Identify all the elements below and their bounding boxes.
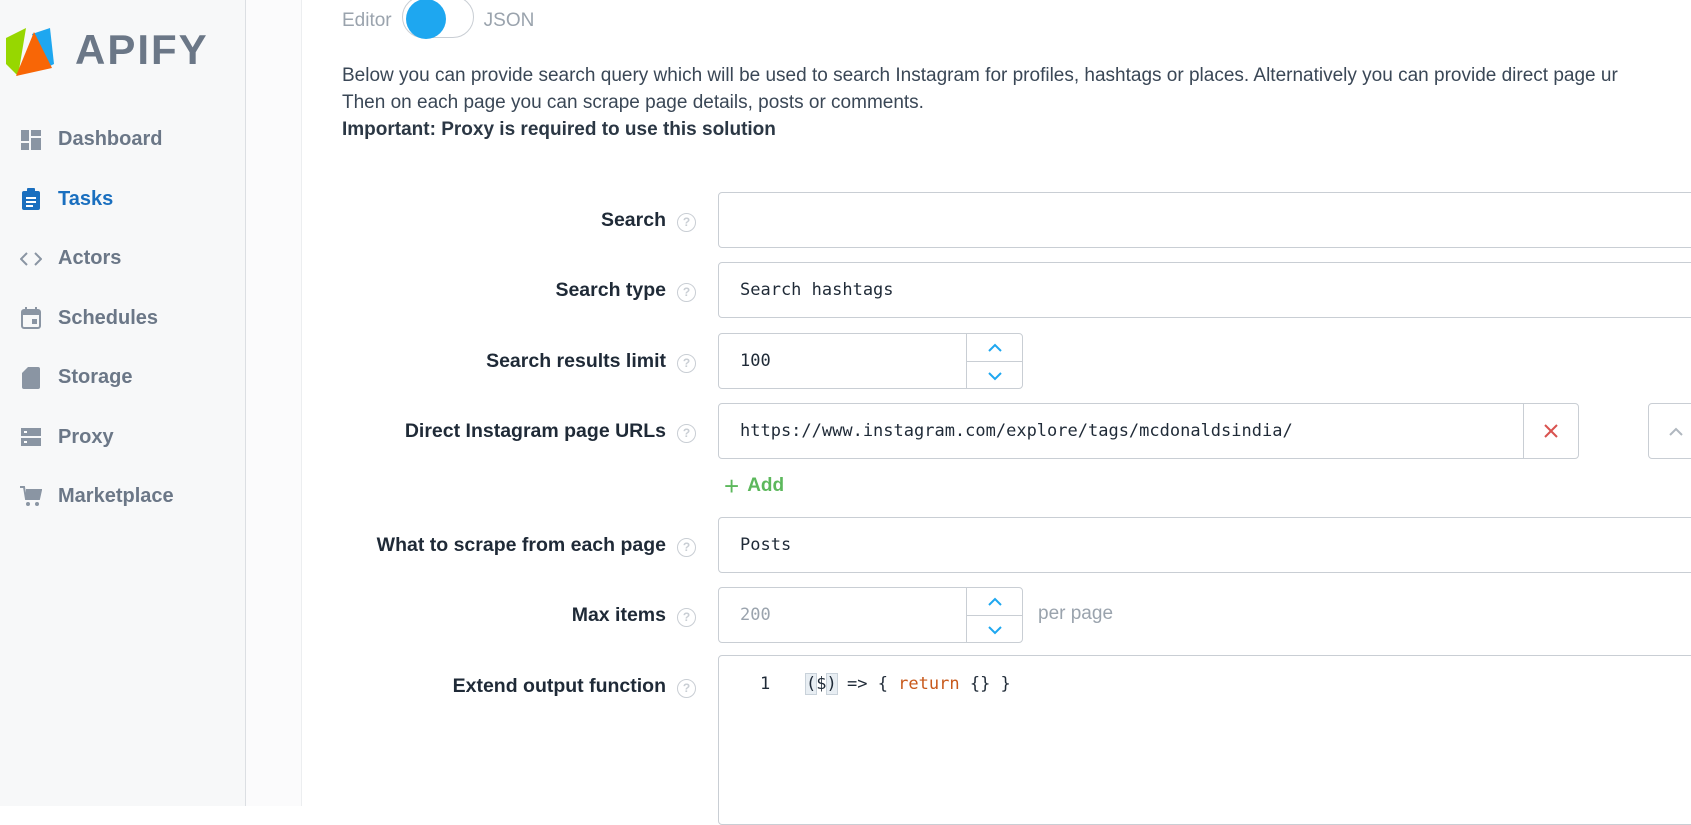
extend-output-label-text: Extend output function: [452, 675, 666, 697]
clipboard-icon: [20, 188, 42, 211]
sidebar-item-label: Storage: [58, 366, 133, 389]
code-line: ($) => { return {} }: [804, 673, 1011, 695]
code-arrow: => {: [836, 674, 899, 694]
sidebar-item-dashboard[interactable]: Dashboard: [0, 110, 245, 170]
add-url-button[interactable]: + Add: [724, 471, 785, 501]
help-icon[interactable]: ?: [677, 679, 696, 698]
help-icon[interactable]: ?: [677, 608, 696, 627]
sd-card-icon: [20, 366, 42, 389]
server-icon: [20, 426, 42, 448]
sidebar-item-label: Tasks: [58, 187, 114, 210]
chevron-down-icon: [987, 625, 1002, 634]
decrement-button[interactable]: [967, 616, 1022, 643]
what-to-scrape-value: Posts: [740, 535, 792, 555]
max-items-label: Max items ?: [571, 604, 696, 627]
description-line-1: Below you can provide search query which…: [342, 65, 1618, 86]
chevron-down-icon: [987, 371, 1002, 380]
extend-output-code-editor[interactable]: 1 ($) => { return {} }: [718, 655, 1691, 825]
search-results-limit-label: Search results limit ?: [486, 350, 696, 373]
stepper-buttons: [966, 334, 1022, 388]
chevron-up-icon: [987, 597, 1002, 606]
search-input[interactable]: [718, 192, 1691, 248]
stepper-buttons: [966, 588, 1022, 642]
editor-json-toggle[interactable]: [401, 0, 474, 39]
json-label: JSON: [483, 10, 535, 31]
calendar-icon: [20, 307, 42, 330]
toggle-knob: [405, 0, 446, 39]
search-results-limit-value: 100: [740, 351, 771, 371]
code-open-paren: (: [804, 673, 818, 695]
search-results-limit-stepper[interactable]: 100: [718, 333, 1023, 389]
max-items-label-text: Max items: [571, 604, 666, 626]
cart-icon: [20, 485, 42, 508]
sidebar-item-schedules[interactable]: Schedules: [0, 289, 245, 349]
search-type-label: Search type ?: [555, 279, 696, 302]
decrement-button[interactable]: [967, 362, 1022, 389]
per-page-suffix: per page: [1038, 603, 1114, 624]
what-to-scrape-select[interactable]: Posts: [718, 517, 1691, 573]
help-icon[interactable]: ?: [677, 283, 696, 302]
direct-urls-label: Direct Instagram page URLs ?: [404, 420, 696, 443]
search-label-text: Search: [600, 209, 666, 231]
sidebar-item-actors[interactable]: Actors: [0, 229, 245, 289]
max-items-stepper[interactable]: 200: [718, 587, 1023, 643]
plus-icon: +: [724, 471, 740, 501]
description-line-2: Then on each page you can scrape page de…: [342, 92, 924, 113]
editor-json-toggle-row: Editor JSON: [342, 0, 534, 42]
chevron-up-icon: [987, 343, 1002, 352]
apify-logo-icon: [6, 28, 54, 76]
direct-url-value: https://www.instagram.com/explore/tags/m…: [740, 421, 1293, 441]
remove-url-button[interactable]: [1523, 404, 1578, 458]
search-results-limit-label-text: Search results limit: [486, 350, 666, 372]
chevron-up-icon: [1669, 427, 1683, 436]
move-url-up-button[interactable]: [1648, 403, 1691, 459]
max-items-placeholder: 200: [740, 605, 771, 625]
sidebar-item-tasks[interactable]: Tasks: [0, 170, 245, 230]
what-to-scrape-label-text: What to scrape from each page: [376, 534, 666, 556]
sidebar-item-label: Marketplace: [58, 485, 174, 508]
direct-url-input[interactable]: https://www.instagram.com/explore/tags/m…: [718, 403, 1579, 459]
help-icon[interactable]: ?: [677, 213, 696, 232]
content-gutter: [246, 0, 302, 806]
code-param: $: [816, 674, 827, 694]
sidebar-item-marketplace[interactable]: Marketplace: [0, 467, 245, 527]
increment-button[interactable]: [967, 334, 1022, 362]
sidebar-item-label: Schedules: [58, 306, 159, 329]
line-number: 1: [760, 674, 771, 694]
search-label: Search ?: [600, 209, 696, 232]
sidebar-item-label: Proxy: [58, 425, 114, 448]
direct-urls-label-text: Direct Instagram page URLs: [404, 420, 666, 442]
code-keyword: return: [898, 674, 960, 694]
search-type-label-text: Search type: [555, 279, 666, 301]
extend-output-label: Extend output function ?: [452, 675, 696, 698]
help-icon[interactable]: ?: [677, 354, 696, 373]
close-icon: [1544, 424, 1558, 438]
sidebar-nav: Dashboard Tasks Actors Schedules Storage: [0, 110, 245, 527]
actor-description: Below you can provide search query which…: [342, 62, 1691, 143]
help-icon[interactable]: ?: [677, 424, 696, 443]
code-icon: [20, 248, 42, 270]
code-close-paren: ): [825, 673, 838, 695]
help-icon[interactable]: ?: [677, 538, 696, 557]
sidebar-item-label: Dashboard: [58, 128, 163, 151]
sidebar-item-proxy[interactable]: Proxy: [0, 408, 245, 468]
what-to-scrape-label: What to scrape from each page ?: [376, 534, 696, 557]
description-important: Important: Proxy is required to use this…: [342, 119, 776, 140]
sidebar-item-storage[interactable]: Storage: [0, 348, 245, 408]
search-type-value: Search hashtags: [740, 280, 894, 300]
sidebar: APIFY Dashboard Tasks Actors Schedules S…: [0, 0, 246, 806]
apify-logo[interactable]: APIFY: [0, 22, 240, 82]
add-url-label: Add: [747, 475, 785, 496]
search-type-select[interactable]: Search hashtags: [718, 262, 1691, 318]
sidebar-item-label: Actors: [58, 247, 122, 270]
increment-button[interactable]: [967, 588, 1022, 616]
brand-name: APIFY: [75, 26, 209, 73]
dashboard-icon: [20, 129, 42, 151]
code-suffix: {} }: [959, 674, 1011, 694]
editor-label: Editor: [342, 10, 392, 31]
